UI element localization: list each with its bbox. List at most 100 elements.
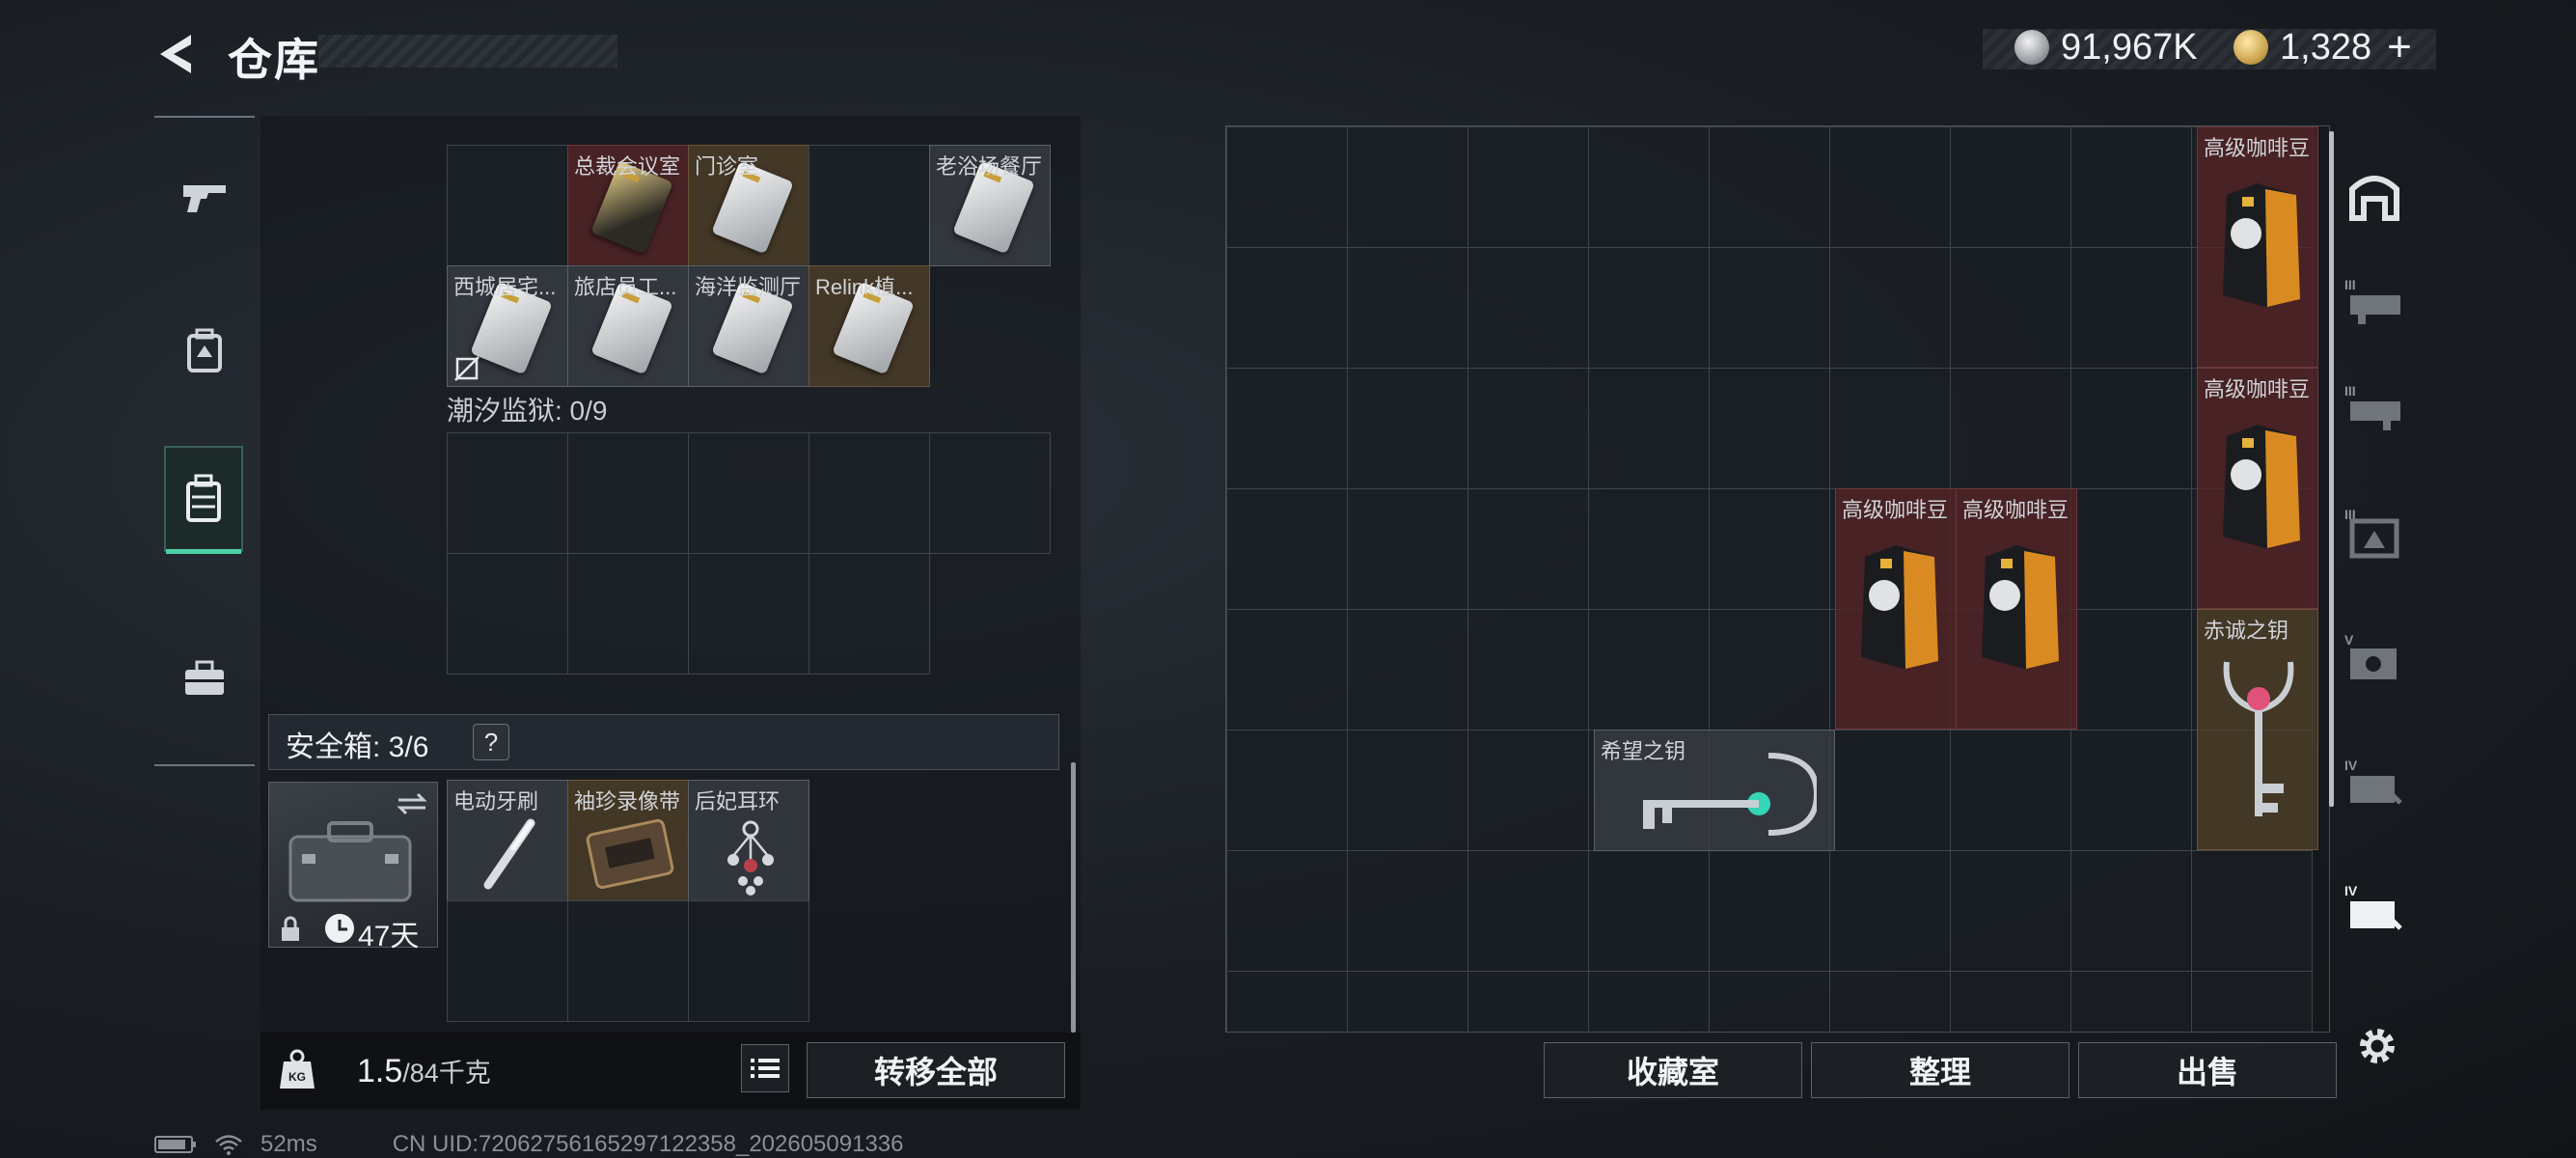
stash-slot[interactable]	[2070, 126, 2192, 248]
stash-slot[interactable]	[2070, 971, 2192, 1032]
currency-gold[interactable]: 1,328 +	[2233, 23, 2412, 71]
left-scrollbar[interactable]	[1071, 762, 1076, 1033]
stash-slot[interactable]	[1709, 971, 1830, 1032]
empty-slot[interactable]	[447, 553, 568, 675]
stash-slot[interactable]	[1347, 730, 1468, 851]
safe-case-slot[interactable]: 47天	[268, 782, 438, 952]
safe-item[interactable]: 后妃耳环	[688, 780, 809, 901]
stash-slot[interactable]	[1588, 126, 1710, 248]
stash-slot[interactable]	[1467, 126, 1589, 248]
stash-slot[interactable]	[2070, 730, 2192, 851]
stash-tab-main[interactable]	[2344, 164, 2404, 224]
nav-briefcase[interactable]	[154, 629, 255, 730]
safe-item[interactable]: 电动牙刷	[447, 780, 568, 901]
safe-item[interactable]: 袖珍录像带	[567, 780, 689, 901]
stash-slot[interactable]	[1226, 609, 1348, 731]
stash-slot[interactable]	[1467, 368, 1589, 489]
stash-slot[interactable]	[2191, 850, 2313, 972]
empty-slot[interactable]	[808, 432, 930, 554]
stash-slot[interactable]	[1347, 488, 1468, 610]
stash-tab-4a[interactable]: IV	[2344, 753, 2404, 813]
empty-slot[interactable]	[688, 900, 809, 1022]
stash-item-coffee[interactable]: 高级咖啡豆	[2197, 368, 2318, 609]
stash-slot[interactable]	[1829, 850, 1951, 972]
stash-slot[interactable]	[1226, 368, 1348, 489]
stash-slot[interactable]	[1709, 126, 1830, 248]
stash-slot[interactable]	[1347, 368, 1468, 489]
stash-slot[interactable]	[1588, 971, 1710, 1032]
stash-slot[interactable]	[1709, 247, 1830, 369]
keycard-item[interactable]: 西城居宅...	[447, 265, 568, 387]
empty-slot[interactable]	[688, 432, 809, 554]
stash-slot[interactable]	[1709, 609, 1830, 731]
empty-slot[interactable]	[688, 553, 809, 675]
stash-slot[interactable]	[1950, 850, 2071, 972]
stash-slot[interactable]	[1226, 488, 1348, 610]
stash-slot[interactable]	[2070, 609, 2192, 731]
empty-slot[interactable]	[567, 900, 689, 1022]
add-currency-button[interactable]: +	[2387, 23, 2412, 71]
stash-slot[interactable]	[1588, 609, 1710, 731]
stash-slot[interactable]	[1467, 730, 1589, 851]
stash-slot[interactable]	[1347, 126, 1468, 248]
stash-slot[interactable]	[1709, 488, 1830, 610]
stash-scrollbar[interactable]	[2329, 131, 2334, 807]
stash-slot[interactable]	[1950, 368, 2071, 489]
nav-weapons[interactable]	[154, 147, 255, 247]
stash-tab-5[interactable]: V	[2344, 627, 2404, 687]
swap-icon[interactable]	[395, 790, 429, 817]
keycard-item[interactable]: Relink植...	[808, 265, 930, 387]
stash-slot[interactable]	[1467, 850, 1589, 972]
stash-tab-3b[interactable]: III	[2344, 376, 2404, 436]
settings-gear-icon[interactable]	[2352, 1021, 2402, 1071]
stash-slot[interactable]	[1950, 971, 2071, 1032]
stash-slot[interactable]	[1588, 247, 1710, 369]
stash-slot[interactable]	[1347, 971, 1468, 1032]
help-button[interactable]: ?	[473, 724, 509, 760]
empty-slot[interactable]	[447, 432, 568, 554]
nav-backpack[interactable]	[154, 301, 255, 401]
stash-slot[interactable]	[1709, 368, 1830, 489]
stash-slot[interactable]	[1588, 850, 1710, 972]
keycard-item[interactable]: 旅店员工...	[567, 265, 689, 387]
stash-slot[interactable]	[1467, 488, 1589, 610]
keycard-item[interactable]: 老浴场餐厅	[929, 145, 1051, 266]
stash-tab-3a[interactable]: III	[2344, 270, 2404, 330]
stash-slot[interactable]	[1588, 368, 1710, 489]
stash-tab-4b-active[interactable]: IV	[2344, 878, 2404, 938]
empty-slot[interactable]	[808, 145, 930, 266]
stash-slot[interactable]	[1829, 971, 1951, 1032]
sell-button[interactable]: 出售	[2078, 1042, 2337, 1098]
stash-slot[interactable]	[1950, 126, 2071, 248]
stash-slot[interactable]	[1467, 971, 1589, 1032]
stash-slot[interactable]	[1347, 609, 1468, 731]
sort-button[interactable]: 整理	[1811, 1042, 2069, 1098]
stash-slot[interactable]	[1226, 730, 1348, 851]
empty-slot[interactable]	[808, 553, 930, 675]
stash-tab-3c[interactable]: III	[2344, 502, 2404, 562]
nav-chest-rig[interactable]	[164, 446, 243, 554]
stash-slot[interactable]	[1829, 126, 1951, 248]
collection-room-button[interactable]: 收藏室	[1544, 1042, 1802, 1098]
empty-slot[interactable]	[447, 900, 568, 1022]
stash-slot[interactable]	[1829, 730, 1951, 851]
stash-slot[interactable]	[1950, 730, 2071, 851]
stash-slot[interactable]	[1467, 609, 1589, 731]
stash-slot[interactable]	[1347, 850, 1468, 972]
stash-slot[interactable]	[2070, 247, 2192, 369]
empty-slot[interactable]	[567, 432, 689, 554]
stash-item-key[interactable]: 赤诚之钥	[2197, 609, 2318, 850]
stash-item-coffee[interactable]: 高级咖啡豆	[1835, 488, 1957, 730]
stash-slot[interactable]	[1950, 247, 2071, 369]
transfer-all-button[interactable]: 转移全部	[807, 1042, 1065, 1098]
stash-slot[interactable]	[1829, 247, 1951, 369]
back-arrow-icon[interactable]	[152, 29, 203, 79]
stash-slot[interactable]	[2070, 488, 2192, 610]
stash-slot[interactable]	[1226, 850, 1348, 972]
stash-slot[interactable]	[1226, 126, 1348, 248]
empty-slot[interactable]	[929, 432, 1051, 554]
keycard-item[interactable]: 总裁会议室	[567, 145, 689, 266]
keycard-item[interactable]: 门诊室	[688, 145, 809, 266]
stash-slot[interactable]	[2191, 971, 2313, 1032]
keycard-item[interactable]: 海洋监测厅	[688, 265, 809, 387]
